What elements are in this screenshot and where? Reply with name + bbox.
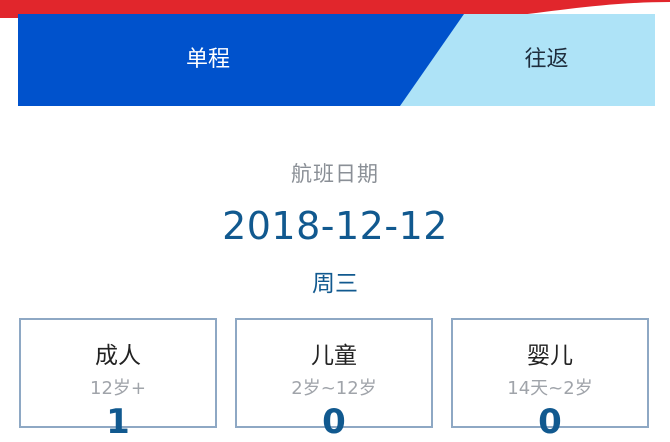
passenger-type-label: 婴儿 bbox=[527, 343, 573, 369]
flight-date-label: 航班日期 bbox=[291, 162, 379, 186]
passenger-count: 0 bbox=[538, 402, 562, 442]
passenger-count: 0 bbox=[322, 402, 346, 442]
passenger-type-label: 成人 bbox=[95, 343, 141, 369]
flight-date-value[interactable]: 2018-12-12 bbox=[0, 204, 670, 248]
passenger-count: 1 bbox=[106, 402, 130, 442]
tab-one-way[interactable]: 单程 bbox=[18, 14, 398, 106]
passenger-age-range: 14天~2岁 bbox=[507, 378, 593, 399]
flight-date-weekday: 周三 bbox=[312, 271, 358, 297]
passenger-age-range: 2岁~12岁 bbox=[291, 378, 377, 399]
passenger-card-adult[interactable]: 成人 12岁+ 1 bbox=[19, 318, 217, 442]
trip-type-tabs: 单程 往返 bbox=[18, 14, 655, 106]
passenger-card-infant[interactable]: 婴儿 14天~2岁 0 bbox=[451, 318, 649, 442]
passenger-type-label: 儿童 bbox=[311, 343, 357, 369]
passenger-card-child[interactable]: 儿童 2岁~12岁 0 bbox=[235, 318, 433, 442]
tab-round-trip[interactable]: 往返 bbox=[438, 14, 655, 106]
passenger-age-range: 12岁+ bbox=[90, 378, 146, 399]
